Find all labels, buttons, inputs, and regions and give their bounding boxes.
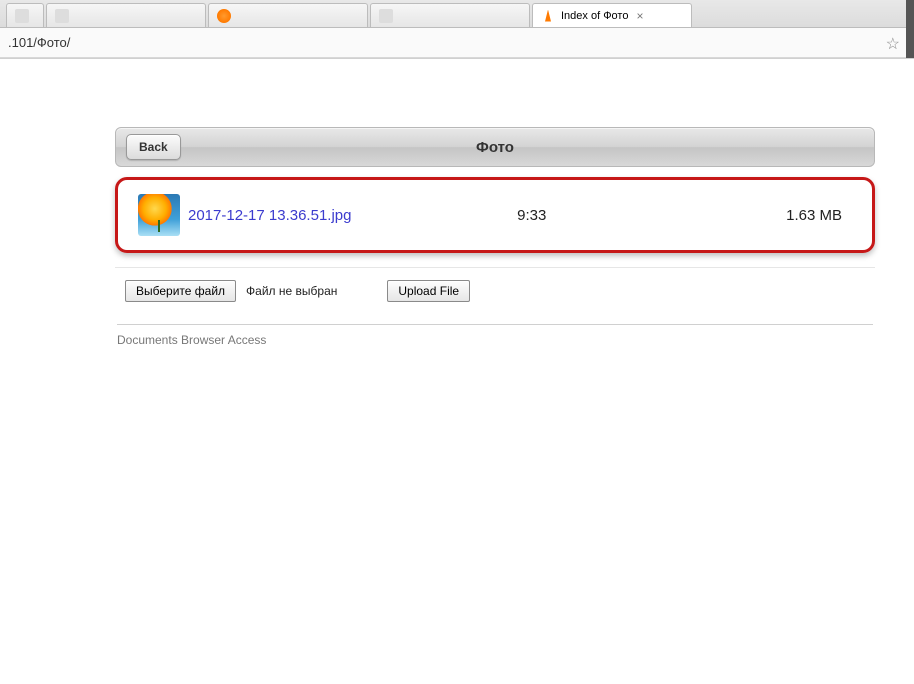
file-link[interactable]: 2017-12-17 13.36.51.jpg [188, 207, 351, 224]
browser-chrome: Index of Фото × .101/Фото/ ☆ [0, 0, 914, 59]
footer: Documents Browser Access [115, 324, 875, 347]
tab-2[interactable] [208, 3, 368, 27]
tab-0[interactable] [6, 3, 44, 27]
upload-row: Выберите файл Файл не выбран Upload File [115, 280, 875, 302]
vlc-icon [541, 9, 555, 23]
address-bar[interactable]: .101/Фото/ ☆ [0, 28, 914, 58]
page-title: Фото [476, 139, 514, 156]
favicon-icon [379, 9, 393, 23]
favicon-icon [217, 9, 231, 23]
close-icon[interactable]: × [636, 9, 643, 23]
upload-file-button[interactable]: Upload File [387, 280, 470, 302]
window-edge [906, 0, 914, 58]
tab-1[interactable] [46, 3, 206, 27]
favicon-icon [55, 9, 69, 23]
file-time: 9:33 [351, 207, 712, 224]
tabstrip: Index of Фото × [0, 0, 914, 28]
file-thumbnail-icon [138, 194, 180, 236]
url-text: .101/Фото/ [8, 35, 70, 50]
star-icon[interactable]: ☆ [886, 34, 900, 54]
divider [115, 267, 875, 268]
highlighted-file-row: 2017-12-17 13.36.51.jpg 9:33 1.63 MB [115, 177, 875, 253]
page-body: Back Фото 2017-12-17 13.36.51.jpg 9:33 1… [0, 59, 914, 347]
favicon-icon [15, 9, 29, 23]
directory-header: Back Фото [115, 127, 875, 167]
divider [117, 324, 873, 325]
tab-label: Index of Фото [561, 10, 628, 22]
file-size: 1.63 MB [712, 207, 852, 224]
footer-text: Documents Browser Access [117, 333, 266, 347]
tab-active[interactable]: Index of Фото × [532, 3, 692, 27]
back-button[interactable]: Back [126, 134, 181, 160]
no-file-label: Файл не выбран [246, 284, 337, 298]
choose-file-button[interactable]: Выберите файл [125, 280, 236, 302]
tab-3[interactable] [370, 3, 530, 27]
